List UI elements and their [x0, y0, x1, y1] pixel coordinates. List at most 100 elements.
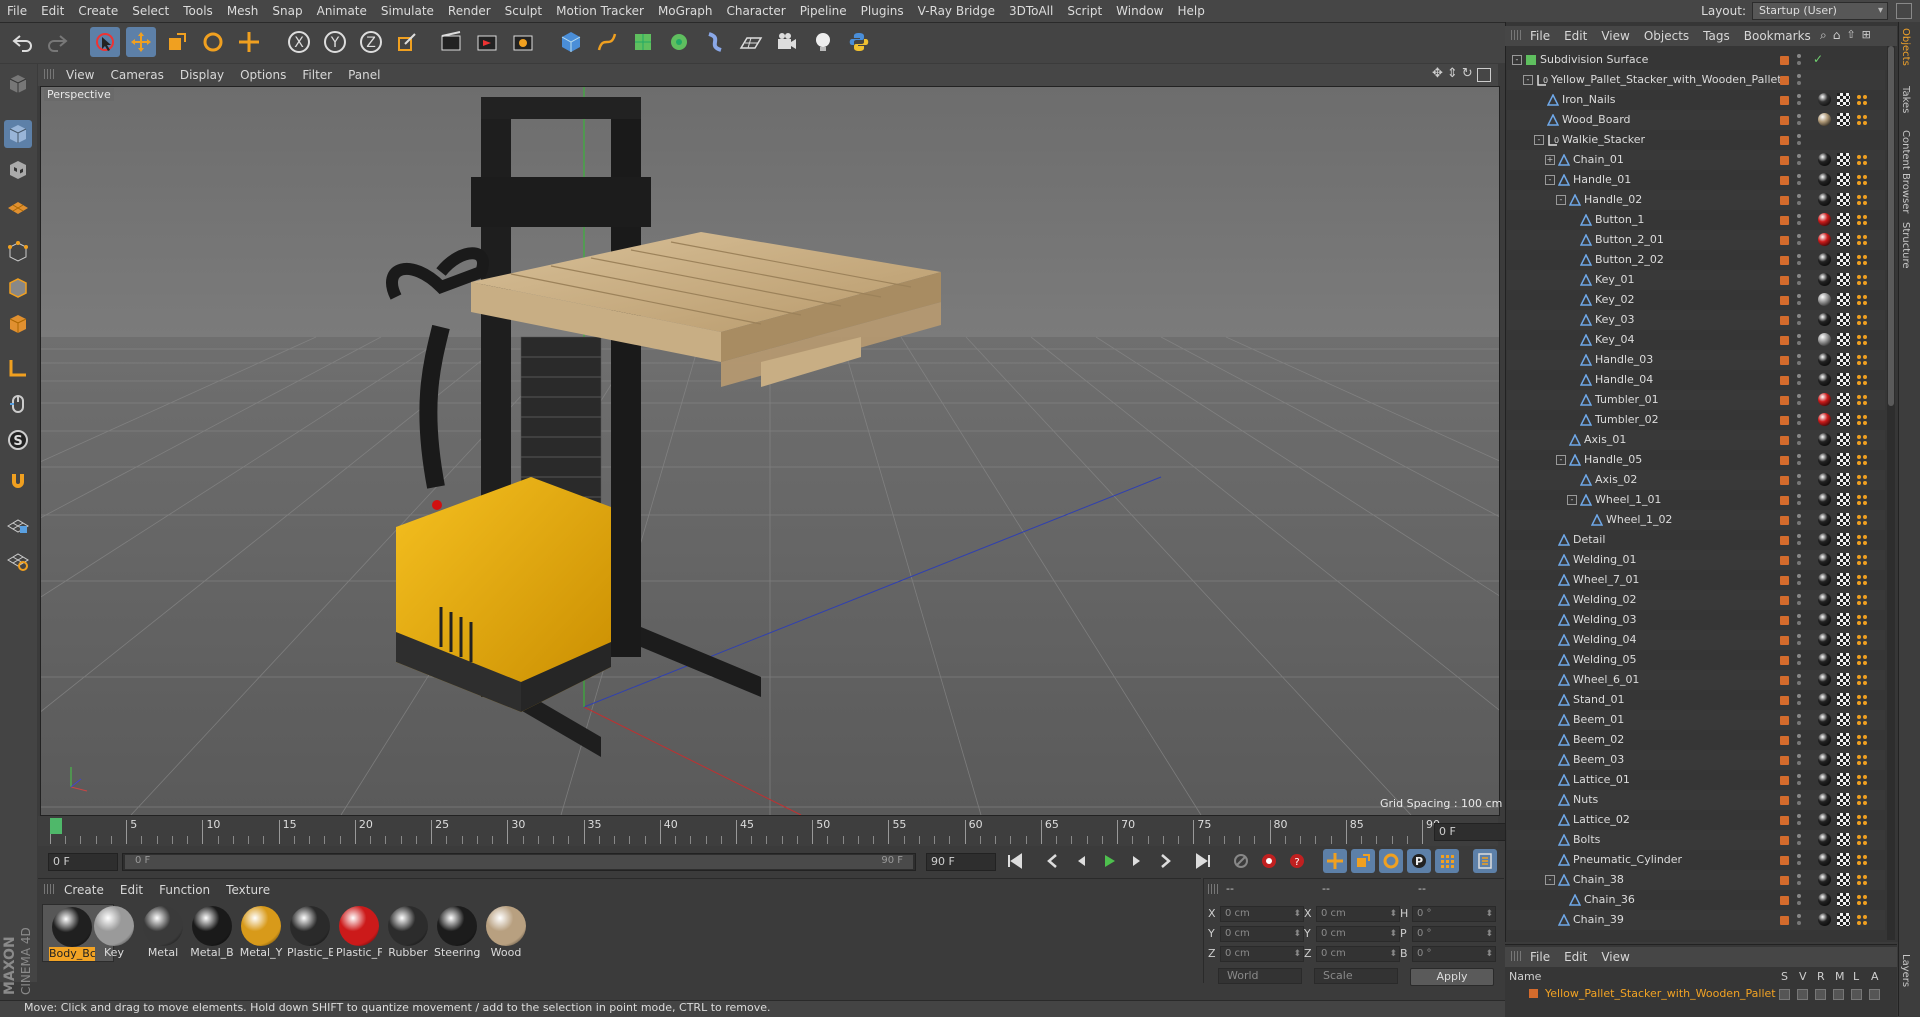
- coord-value-field[interactable]: 0 cm: [1220, 926, 1304, 942]
- render-visibility-icon[interactable]: [1797, 721, 1801, 725]
- render-visibility-icon[interactable]: [1797, 421, 1801, 425]
- material-tag-icon[interactable]: [1818, 393, 1831, 406]
- current-frame-marker[interactable]: [50, 818, 62, 834]
- material-tag-icon[interactable]: [1818, 373, 1831, 386]
- object-row[interactable]: Chain_39: [1507, 910, 1885, 930]
- object-row[interactable]: Wood_Board: [1507, 110, 1885, 130]
- editor-visibility-icon[interactable]: [1797, 914, 1801, 918]
- layer-color-icon[interactable]: [1780, 776, 1789, 785]
- layer-color-icon[interactable]: [1780, 256, 1789, 265]
- key-rotation-icon[interactable]: [1379, 849, 1403, 873]
- polygons-mode-icon[interactable]: [4, 310, 32, 338]
- side-tab-content-browser[interactable]: Content Browser: [1900, 130, 1911, 213]
- subdivision-surface-icon[interactable]: [628, 27, 658, 57]
- new-view-icon[interactable]: ⊞: [1862, 28, 1871, 44]
- uvw-tag-icon[interactable]: [1837, 633, 1850, 646]
- render-visibility-icon[interactable]: [1797, 501, 1801, 505]
- object-row[interactable]: Beem_03: [1507, 750, 1885, 770]
- menu-render[interactable]: Render: [441, 0, 498, 22]
- menu-mograph[interactable]: MoGraph: [651, 0, 720, 22]
- uvw-tag-icon[interactable]: [1837, 853, 1850, 866]
- phong-tag-icon[interactable]: [1856, 874, 1868, 886]
- material-tag-icon[interactable]: [1818, 153, 1831, 166]
- phong-tag-icon[interactable]: [1856, 494, 1868, 506]
- layer-color-icon[interactable]: [1780, 676, 1789, 685]
- uvw-tag-icon[interactable]: [1837, 493, 1850, 506]
- uvw-tag-icon[interactable]: [1837, 773, 1850, 786]
- phong-tag-icon[interactable]: [1856, 894, 1868, 906]
- editor-visibility-icon[interactable]: [1797, 534, 1801, 538]
- magnet-icon[interactable]: [4, 468, 32, 496]
- uvw-tag-icon[interactable]: [1837, 93, 1850, 106]
- object-scrollbar[interactable]: [1887, 46, 1895, 940]
- editor-visibility-icon[interactable]: [1797, 794, 1801, 798]
- material-tag-icon[interactable]: [1818, 833, 1831, 846]
- editor-visibility-icon[interactable]: [1797, 154, 1801, 158]
- object-row[interactable]: Welding_04: [1507, 630, 1885, 650]
- layer-color-icon[interactable]: [1780, 836, 1789, 845]
- menu-snap[interactable]: Snap: [265, 0, 309, 22]
- tweak-mode-icon[interactable]: [4, 390, 32, 418]
- uvw-tag-icon[interactable]: [1837, 393, 1850, 406]
- side-tab-structure[interactable]: Structure: [1900, 222, 1911, 269]
- material-tag-icon[interactable]: [1818, 593, 1831, 606]
- viewport-menu-display[interactable]: Display: [172, 64, 232, 86]
- object-row[interactable]: - Handle_05: [1507, 450, 1885, 470]
- coord-value-field[interactable]: 0 °: [1412, 906, 1496, 922]
- object-row[interactable]: Pneumatic_Cylinder: [1507, 850, 1885, 870]
- object-row[interactable]: Bolts: [1507, 830, 1885, 850]
- arrow-up-icon[interactable]: ⇧: [1846, 28, 1855, 44]
- uvw-tag-icon[interactable]: [1837, 613, 1850, 626]
- render-visibility-icon[interactable]: [1797, 521, 1801, 525]
- editor-visibility-icon[interactable]: [1797, 594, 1801, 598]
- render-visibility-icon[interactable]: [1797, 481, 1801, 485]
- uvw-tag-icon[interactable]: [1837, 253, 1850, 266]
- go-to-start-icon[interactable]: [1003, 849, 1027, 873]
- phong-tag-icon[interactable]: [1856, 334, 1868, 346]
- object-row[interactable]: Welding_01: [1507, 550, 1885, 570]
- object-row[interactable]: Key_04: [1507, 330, 1885, 350]
- material-tag-icon[interactable]: [1818, 453, 1831, 466]
- menu-edit[interactable]: Edit: [34, 0, 71, 22]
- object-row[interactable]: Button_1: [1507, 210, 1885, 230]
- material-menu-function[interactable]: Function: [151, 879, 218, 901]
- phong-tag-icon[interactable]: [1856, 174, 1868, 186]
- uvw-tag-icon[interactable]: [1837, 113, 1850, 126]
- object-menu-objects[interactable]: Objects: [1637, 26, 1696, 46]
- editor-visibility-icon[interactable]: [1797, 214, 1801, 218]
- camera-icon[interactable]: [772, 27, 802, 57]
- uvw-tag-icon[interactable]: [1837, 913, 1850, 926]
- material-tag-icon[interactable]: [1818, 873, 1831, 886]
- uvw-tag-icon[interactable]: [1837, 373, 1850, 386]
- layer-color-icon[interactable]: [1780, 716, 1789, 725]
- render-visibility-icon[interactable]: [1797, 101, 1801, 105]
- material-tag-icon[interactable]: [1818, 213, 1831, 226]
- make-editable-icon[interactable]: [4, 70, 32, 98]
- render-visibility-icon[interactable]: [1797, 221, 1801, 225]
- editor-visibility-icon[interactable]: [1797, 814, 1801, 818]
- object-row[interactable]: Nuts: [1507, 790, 1885, 810]
- editor-visibility-icon[interactable]: [1797, 354, 1801, 358]
- uvw-tag-icon[interactable]: [1837, 433, 1850, 446]
- menu-select[interactable]: Select: [125, 0, 176, 22]
- menu-file[interactable]: File: [0, 0, 34, 22]
- start-frame-field[interactable]: 0 F: [48, 853, 118, 871]
- phong-tag-icon[interactable]: [1856, 734, 1868, 746]
- editor-visibility-icon[interactable]: [1797, 734, 1801, 738]
- expand-icon[interactable]: +: [1545, 155, 1555, 165]
- uvw-tag-icon[interactable]: [1837, 573, 1850, 586]
- go-to-end-icon[interactable]: [1191, 849, 1215, 873]
- material-tag-icon[interactable]: [1818, 693, 1831, 706]
- phong-tag-icon[interactable]: [1856, 654, 1868, 666]
- object-row[interactable]: Chain_36: [1507, 890, 1885, 910]
- collapse-icon[interactable]: -: [1534, 135, 1544, 145]
- render-visibility-icon[interactable]: [1797, 761, 1801, 765]
- uvw-tag-icon[interactable]: [1837, 473, 1850, 486]
- layer-color-icon[interactable]: [1780, 136, 1789, 145]
- object-row[interactable]: Axis_02: [1507, 470, 1885, 490]
- coord-value-field[interactable]: 0 cm: [1316, 946, 1400, 962]
- editor-visibility-icon[interactable]: [1797, 514, 1801, 518]
- object-row[interactable]: - 0 Walkie_Stacker: [1507, 130, 1885, 150]
- phong-tag-icon[interactable]: [1856, 274, 1868, 286]
- phong-tag-icon[interactable]: [1856, 474, 1868, 486]
